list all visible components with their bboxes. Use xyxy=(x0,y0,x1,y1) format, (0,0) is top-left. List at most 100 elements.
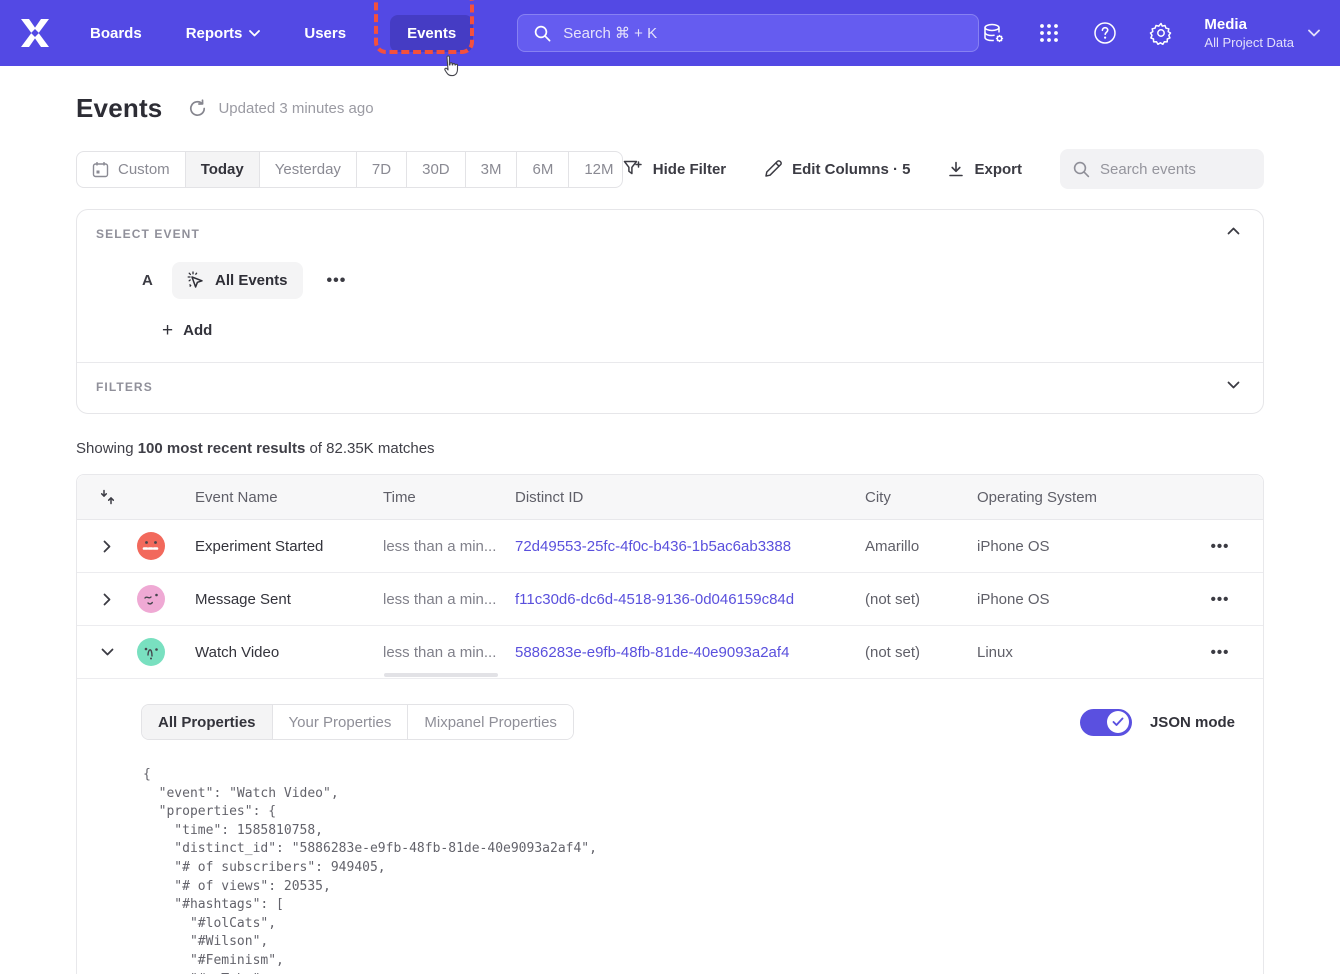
table-row: Experiment Started less than a min... 72… xyxy=(77,520,1263,573)
nav-item-users[interactable]: Users xyxy=(304,25,346,42)
date-range-today[interactable]: Today xyxy=(186,152,260,187)
cell-city: (not set) xyxy=(865,644,977,661)
column-header-event-name[interactable]: Event Name xyxy=(195,489,383,506)
filter-funnel-icon xyxy=(623,160,643,178)
search-placeholder: Search ⌘ + K xyxy=(563,24,657,42)
top-navbar: Boards Reports Users Events Search ⌘ + K xyxy=(0,0,1340,66)
hide-filter-button[interactable]: Hide Filter xyxy=(623,160,726,178)
column-header-os[interactable]: Operating System xyxy=(977,489,1177,506)
expand-row-chevron-right-icon[interactable] xyxy=(99,589,115,610)
select-event-label: SELECT EVENT xyxy=(96,227,1244,241)
search-icon xyxy=(534,25,551,42)
date-range-3m[interactable]: 3M xyxy=(466,152,518,187)
column-header-distinct-id[interactable]: Distinct ID xyxy=(515,489,865,506)
cell-time: less than a min... xyxy=(383,591,515,608)
sort-icon[interactable] xyxy=(100,489,115,505)
plus-icon: + xyxy=(162,324,173,338)
cell-os: iPhone OS xyxy=(977,591,1177,608)
filters-section: FILTERS xyxy=(77,362,1263,413)
table-row-expanded: Watch Video less than a min... 5886283e-… xyxy=(77,626,1263,679)
events-table: Event Name Time Distinct ID City Operati… xyxy=(76,474,1264,974)
select-event-section: SELECT EVENT A xyxy=(77,210,1263,362)
help-icon[interactable] xyxy=(1092,20,1118,46)
date-range-6m[interactable]: 6M xyxy=(517,152,569,187)
expand-chevron-down-icon[interactable] xyxy=(1223,377,1244,393)
cell-event-name: Message Sent xyxy=(195,591,383,608)
cell-os: iPhone OS xyxy=(977,538,1177,555)
horizontal-scrollbar-thumb[interactable] xyxy=(384,673,498,677)
add-event-button[interactable]: + Add xyxy=(162,322,232,339)
updated-timestamp: Updated 3 minutes ago xyxy=(218,100,373,117)
event-avatar xyxy=(137,638,165,666)
date-range-yesterday[interactable]: Yesterday xyxy=(260,152,357,187)
query-builder-card: SELECT EVENT A xyxy=(76,209,1264,414)
cell-time: less than a min... xyxy=(383,538,515,555)
cell-city: Amarillo xyxy=(865,538,977,555)
json-view: { "event": "Watch Video", "properties": … xyxy=(143,766,1239,974)
page-title: Events xyxy=(76,93,162,124)
settings-gear-icon[interactable] xyxy=(1148,20,1174,46)
date-range-7d[interactable]: 7D xyxy=(357,152,407,187)
event-selector-pill[interactable]: All Events xyxy=(172,262,303,299)
date-range-12m[interactable]: 12M xyxy=(569,152,622,187)
cursor-hand-icon xyxy=(440,55,460,79)
project-name: Media xyxy=(1204,15,1294,34)
project-subtitle: All Project Data xyxy=(1204,34,1294,51)
nav-item-boards[interactable]: Boards xyxy=(90,25,142,42)
chevron-down-icon xyxy=(1308,29,1320,37)
search-icon xyxy=(1073,161,1090,178)
event-detail-panel: All Properties Your Properties Mixpanel … xyxy=(77,679,1263,974)
refresh-icon[interactable] xyxy=(188,99,207,118)
tab-your-properties[interactable]: Your Properties xyxy=(273,705,409,739)
row-overflow-menu[interactable]: ••• xyxy=(1203,640,1238,665)
data-management-icon[interactable] xyxy=(980,20,1006,46)
nav-item-events[interactable]: Events xyxy=(390,15,473,52)
filters-label: FILTERS xyxy=(96,380,1244,394)
table-row: Message Sent less than a min... f11c30d6… xyxy=(77,573,1263,626)
cell-distinct-id-link[interactable]: 72d49553-25fc-4f0c-b436-1b5ac6ab3388 xyxy=(515,538,865,555)
row-overflow-menu[interactable]: ••• xyxy=(1203,587,1238,612)
search-events-input[interactable]: Search events xyxy=(1060,149,1264,189)
event-avatar xyxy=(137,585,165,613)
row-overflow-menu[interactable]: ••• xyxy=(1203,534,1238,559)
nav-item-reports[interactable]: Reports xyxy=(186,25,261,42)
event-overflow-menu[interactable]: ••• xyxy=(321,268,353,294)
cell-distinct-id-link[interactable]: f11c30d6-dc6d-4518-9136-0d046159c84d xyxy=(515,591,865,608)
calendar-icon xyxy=(92,161,109,178)
cell-city: (not set) xyxy=(865,591,977,608)
cell-time: less than a min... xyxy=(383,644,515,661)
date-range-custom[interactable]: Custom xyxy=(77,152,186,187)
cell-event-name: Experiment Started xyxy=(195,538,383,555)
pencil-icon xyxy=(764,160,782,178)
tab-mixpanel-properties[interactable]: Mixpanel Properties xyxy=(408,705,573,739)
toggle-knob-check-icon xyxy=(1107,711,1129,733)
column-header-time[interactable]: Time xyxy=(383,489,515,506)
cell-os: Linux xyxy=(977,644,1177,661)
event-pill-label: All Events xyxy=(215,272,288,289)
download-icon xyxy=(948,161,964,178)
expand-row-chevron-right-icon[interactable] xyxy=(99,536,115,557)
collapse-row-chevron-down-icon[interactable] xyxy=(97,644,118,660)
date-range-30d[interactable]: 30D xyxy=(407,152,466,187)
nav-item-label: Reports xyxy=(186,25,243,42)
global-search-input[interactable]: Search ⌘ + K xyxy=(517,14,979,52)
collapse-chevron-up-icon[interactable] xyxy=(1223,223,1244,239)
edit-columns-button[interactable]: Edit Columns · 5 xyxy=(764,160,910,178)
apps-grid-icon[interactable] xyxy=(1036,20,1062,46)
cell-distinct-id-link[interactable]: 5886283e-e9fb-48fb-81de-40e9093a2af4 xyxy=(515,644,865,661)
chevron-down-icon xyxy=(249,30,260,37)
export-button[interactable]: Export xyxy=(948,161,1022,178)
project-switcher[interactable]: Media All Project Data xyxy=(1204,15,1320,51)
column-header-city[interactable]: City xyxy=(865,489,977,506)
tab-all-properties[interactable]: All Properties xyxy=(142,705,273,739)
magic-cursor-icon xyxy=(187,271,206,290)
mixpanel-logo[interactable] xyxy=(20,18,54,48)
date-range-segmented-control: Custom Today Yesterday 7D 30D 3M 6M 12M xyxy=(76,151,623,188)
cell-event-name: Watch Video xyxy=(195,644,383,661)
search-placeholder: Search events xyxy=(1100,161,1196,178)
json-mode-toggle[interactable] xyxy=(1080,709,1132,736)
event-avatar xyxy=(137,532,165,560)
json-mode-label: JSON mode xyxy=(1150,714,1235,731)
table-header-row: Event Name Time Distinct ID City Operati… xyxy=(77,475,1263,520)
results-summary: Showing 100 most recent results of 82.35… xyxy=(76,440,1264,457)
